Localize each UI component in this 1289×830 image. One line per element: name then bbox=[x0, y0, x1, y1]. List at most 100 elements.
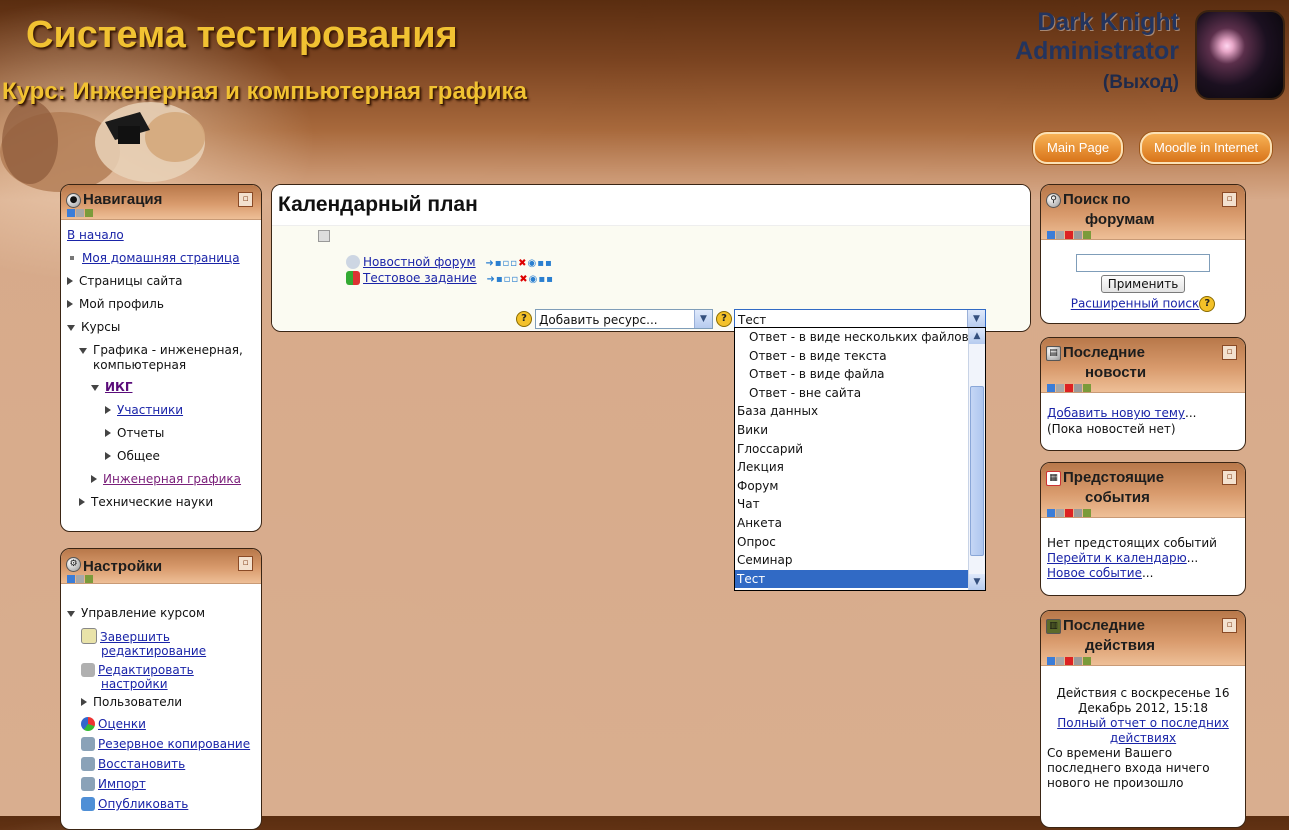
activity-link[interactable]: Тестовое задание bbox=[363, 271, 477, 285]
block-hide-icon[interactable]: ▫ bbox=[1222, 618, 1237, 633]
restore-link[interactable]: Восстановить bbox=[98, 757, 185, 771]
block-hide-icon[interactable]: ▫ bbox=[1222, 470, 1237, 485]
activity-edit-icons[interactable]: ➜▪▫▫✖◉▪▪ bbox=[485, 258, 552, 269]
activity-link[interactable]: Новостной форум bbox=[363, 255, 476, 269]
expand-icon bbox=[105, 452, 111, 460]
block-edit-icons[interactable] bbox=[67, 209, 94, 220]
finish-editing-link[interactable]: Завершить bbox=[100, 630, 170, 644]
block-hide-icon[interactable]: ▫ bbox=[238, 556, 253, 571]
add-resource-select[interactable]: Добавить ресурс... ▼ bbox=[535, 309, 713, 329]
help-icon[interactable]: ? bbox=[1199, 296, 1216, 312]
expand-icon bbox=[105, 429, 111, 437]
block-hide-icon[interactable]: ▫ bbox=[1222, 345, 1237, 360]
backup-link[interactable]: Резервное копирование bbox=[98, 737, 250, 751]
block-edit-icons[interactable] bbox=[1047, 384, 1092, 395]
no-events-text: Нет предстоящих событий bbox=[1047, 536, 1217, 550]
expand-icon bbox=[91, 475, 97, 483]
chevron-down-icon: ▼ bbox=[694, 310, 712, 328]
dropdown-option[interactable]: Ответ - вне сайта bbox=[735, 384, 985, 403]
dropdown-option[interactable]: Вики bbox=[735, 421, 985, 440]
add-activity-select[interactable]: Тест ▼ bbox=[734, 309, 986, 329]
user-role: Administrator bbox=[1015, 37, 1179, 65]
news-icon: ▤ bbox=[1046, 346, 1061, 361]
dropdown-option[interactable]: Ответ - в виде файла bbox=[735, 365, 985, 384]
block-edit-icons[interactable] bbox=[1047, 657, 1092, 668]
nav-course-ikg[interactable]: ИКГ bbox=[105, 380, 133, 394]
nav-my-home-link[interactable]: Моя домашняя страница bbox=[82, 251, 240, 265]
edit-settings-link-line2[interactable]: настройки bbox=[81, 677, 168, 691]
nav-my-profile[interactable]: Мой профиль bbox=[67, 293, 255, 316]
logout-link[interactable]: (Выход) bbox=[1015, 72, 1179, 94]
dropdown-option[interactable]: Форум bbox=[735, 477, 985, 496]
settings-block: ⚙ Настройки ▫ Управление курсом Завершит… bbox=[60, 548, 262, 830]
nav-tech-sciences[interactable]: Технические науки bbox=[67, 491, 255, 514]
upcoming-events-block: ▦ Предстоящие события ▫ Нет предстоящих с… bbox=[1040, 462, 1246, 596]
dropdown-option[interactable]: База данных bbox=[735, 402, 985, 421]
block-edit-icons[interactable] bbox=[67, 575, 94, 586]
edit-settings-link[interactable]: Редактировать bbox=[98, 663, 194, 677]
nav-category[interactable]: Графика - инженерная, компьютерная bbox=[67, 339, 255, 373]
search-forums-block: ⚲ Поиск по форумам ▫ Применить Расширенны… bbox=[1040, 184, 1246, 324]
activity-dropdown-list[interactable]: Ответ - в виде нескольких файлов Ответ - … bbox=[734, 327, 986, 591]
nav-participants[interactable]: Участники bbox=[117, 403, 183, 417]
block-edit-icons[interactable] bbox=[1047, 509, 1092, 520]
user-name[interactable]: Dark Knight bbox=[1015, 8, 1179, 36]
bullet-icon bbox=[70, 256, 74, 260]
dropdown-option[interactable]: Ответ - в виде текста bbox=[735, 347, 985, 366]
import-link[interactable]: Импорт bbox=[98, 777, 146, 791]
help-icon[interactable]: ? bbox=[716, 311, 732, 327]
full-report-link[interactable]: Полный отчет о последних действиях bbox=[1057, 716, 1229, 745]
expand-icon bbox=[81, 698, 87, 706]
moodle-in-internet-button[interactable]: Moodle in Internet bbox=[1140, 132, 1273, 164]
dropdown-scrollbar[interactable]: ▲ ▼ bbox=[968, 328, 985, 590]
block-hide-icon[interactable]: ▫ bbox=[238, 192, 253, 207]
grades-link[interactable]: Оценки bbox=[98, 717, 146, 731]
new-event-link[interactable]: Новое событие bbox=[1047, 566, 1142, 580]
main-page-button[interactable]: Main Page bbox=[1033, 132, 1124, 164]
publish-link[interactable]: Опубликовать bbox=[98, 797, 188, 811]
goto-calendar-link[interactable]: Перейти к календарю bbox=[1047, 551, 1187, 565]
dropdown-option[interactable]: Чат bbox=[735, 495, 985, 514]
nav-courses[interactable]: Курсы bbox=[67, 316, 255, 339]
dropdown-option[interactable]: Глоссарий bbox=[735, 440, 985, 459]
scroll-up-icon[interactable]: ▲ bbox=[969, 328, 985, 344]
activity-icon: ▥ bbox=[1046, 619, 1061, 634]
nav-home-link[interactable]: В начало bbox=[67, 228, 124, 242]
edit-summary-icon[interactable] bbox=[318, 230, 330, 242]
dropdown-option[interactable]: Семинар bbox=[735, 551, 985, 570]
expand-icon bbox=[67, 277, 73, 285]
collapse-icon bbox=[67, 611, 75, 617]
settings-course-admin[interactable]: Управление курсом bbox=[67, 602, 255, 625]
backup-icon bbox=[81, 737, 95, 751]
dropdown-option[interactable]: Опрос bbox=[735, 533, 985, 552]
block-hide-icon[interactable]: ▫ bbox=[1222, 192, 1237, 207]
quiz-icon bbox=[346, 271, 360, 285]
apply-button[interactable]: Применить bbox=[1100, 275, 1186, 293]
nav-eng-graphics[interactable]: Инженерная графика bbox=[103, 472, 241, 486]
avatar[interactable] bbox=[1195, 10, 1285, 100]
expand-icon bbox=[79, 498, 85, 506]
collapse-icon bbox=[67, 325, 75, 331]
block-title: Предстоящие события bbox=[1063, 469, 1165, 506]
advanced-search-link[interactable]: Расширенный поиск bbox=[1071, 297, 1200, 311]
nav-site-pages[interactable]: Страницы сайта bbox=[67, 270, 255, 293]
recent-since-text: Действия с воскресенье 16 Декабрь 2012, 1… bbox=[1056, 686, 1230, 715]
search-forums-input[interactable] bbox=[1076, 254, 1210, 272]
goto-calendar-ellipsis: ... bbox=[1186, 551, 1199, 565]
scroll-thumb[interactable] bbox=[970, 386, 984, 556]
help-icon[interactable]: ? bbox=[516, 311, 532, 327]
scroll-down-icon[interactable]: ▼ bbox=[969, 574, 985, 590]
new-event-ellipsis: ... bbox=[1141, 566, 1154, 580]
dropdown-option[interactable]: Тест bbox=[735, 569, 985, 589]
nav-reports[interactable]: Отчеты bbox=[67, 422, 255, 445]
finish-editing-link-line2[interactable]: редактирование bbox=[81, 644, 206, 658]
dropdown-option[interactable]: Ответ - в виде нескольких файлов bbox=[735, 328, 985, 347]
dropdown-option[interactable]: Анкета bbox=[735, 514, 985, 533]
nav-general[interactable]: Общее bbox=[67, 445, 255, 468]
block-title: Последние действия bbox=[1063, 617, 1155, 654]
block-edit-icons[interactable] bbox=[1047, 231, 1092, 242]
dropdown-option[interactable]: Лекция bbox=[735, 458, 985, 477]
activity-edit-icons[interactable]: ➜▪▫▫✖◉▪▪ bbox=[487, 274, 554, 285]
settings-users[interactable]: Пользователи bbox=[67, 691, 255, 714]
add-topic-link[interactable]: Добавить новую тему bbox=[1047, 406, 1185, 420]
